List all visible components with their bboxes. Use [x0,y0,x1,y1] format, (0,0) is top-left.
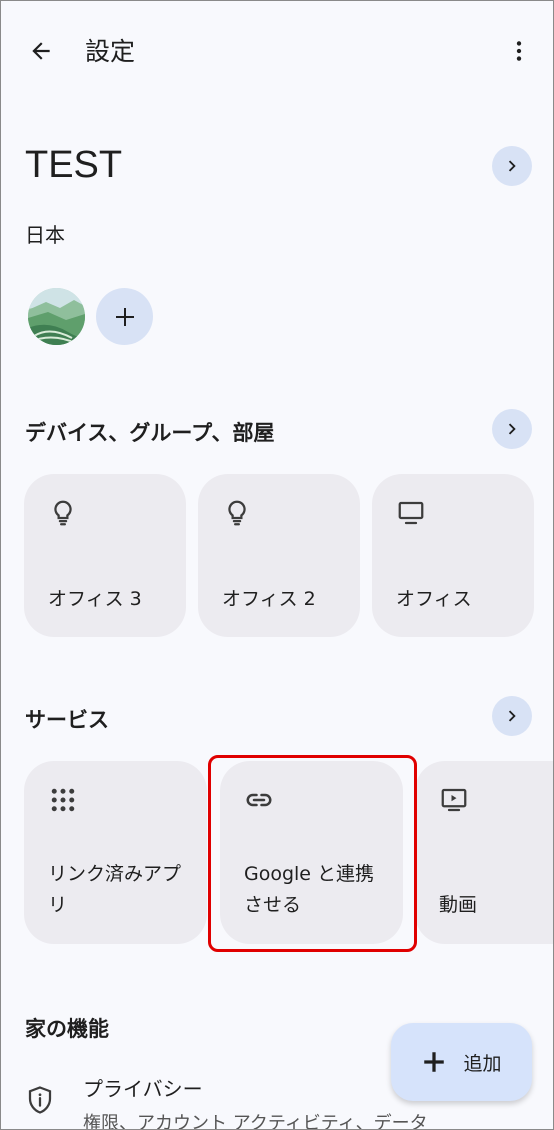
lightbulb-icon [228,500,246,526]
device-card-label: オフィス 3 [48,588,142,610]
shield-info-icon [28,1086,52,1114]
plus-icon [424,1052,445,1072]
video-icon [441,788,467,812]
service-card-label-line2: リ [48,894,68,916]
arrow-back-icon [32,42,50,60]
add-member-button[interactable] [96,288,153,345]
tv-icon [398,501,424,525]
device-card-office-2[interactable]: オフィス 2 [198,474,360,637]
page-title: 設定 [85,37,136,66]
service-card-video[interactable]: 動画 [415,761,553,944]
back-button[interactable] [21,31,61,71]
chevron-right-icon [508,423,516,435]
more-vert-icon [516,41,522,61]
home-details-button[interactable] [492,146,532,186]
apps-grid-icon [51,788,75,812]
service-card-linked-apps[interactable]: リンク済みアプ リ [24,761,207,944]
device-card-office[interactable]: オフィス [372,474,534,637]
privacy-title: プライバシー [83,1077,203,1101]
settings-screen: 設定 TEST 日本 デバイス、グループ、部屋 オフィス 3 オフィス 2 オフ… [0,0,554,1130]
service-card-label-line1: 動画 [439,894,478,916]
features-section-title: 家の機能 [25,1017,109,1041]
devices-section-button[interactable] [492,409,532,449]
service-card-label-line1: リンク済みアプ [48,863,182,885]
landscape-avatar-image [28,288,85,345]
devices-section-title: デバイス、グループ、部屋 [25,421,275,445]
home-name: TEST [25,144,123,186]
device-card-office-3[interactable]: オフィス 3 [24,474,186,637]
chevron-right-icon [508,160,516,172]
device-card-label: オフィス [396,588,472,610]
services-section-button[interactable] [492,696,532,736]
member-avatar[interactable] [28,288,85,345]
lightbulb-icon [54,500,72,526]
device-card-label: オフィス 2 [222,588,316,610]
add-fab[interactable]: 追加 [391,1023,532,1101]
services-section-title: サービス [25,708,109,732]
plus-icon [115,307,134,326]
add-fab-label: 追加 [463,1052,502,1075]
privacy-subtitle: 権限、アカウント アクティビティ、データ [83,1113,428,1130]
highlight-box [208,755,417,952]
home-location: 日本 [25,223,65,247]
more-options-button[interactable] [499,31,539,71]
chevron-right-icon [508,710,516,722]
